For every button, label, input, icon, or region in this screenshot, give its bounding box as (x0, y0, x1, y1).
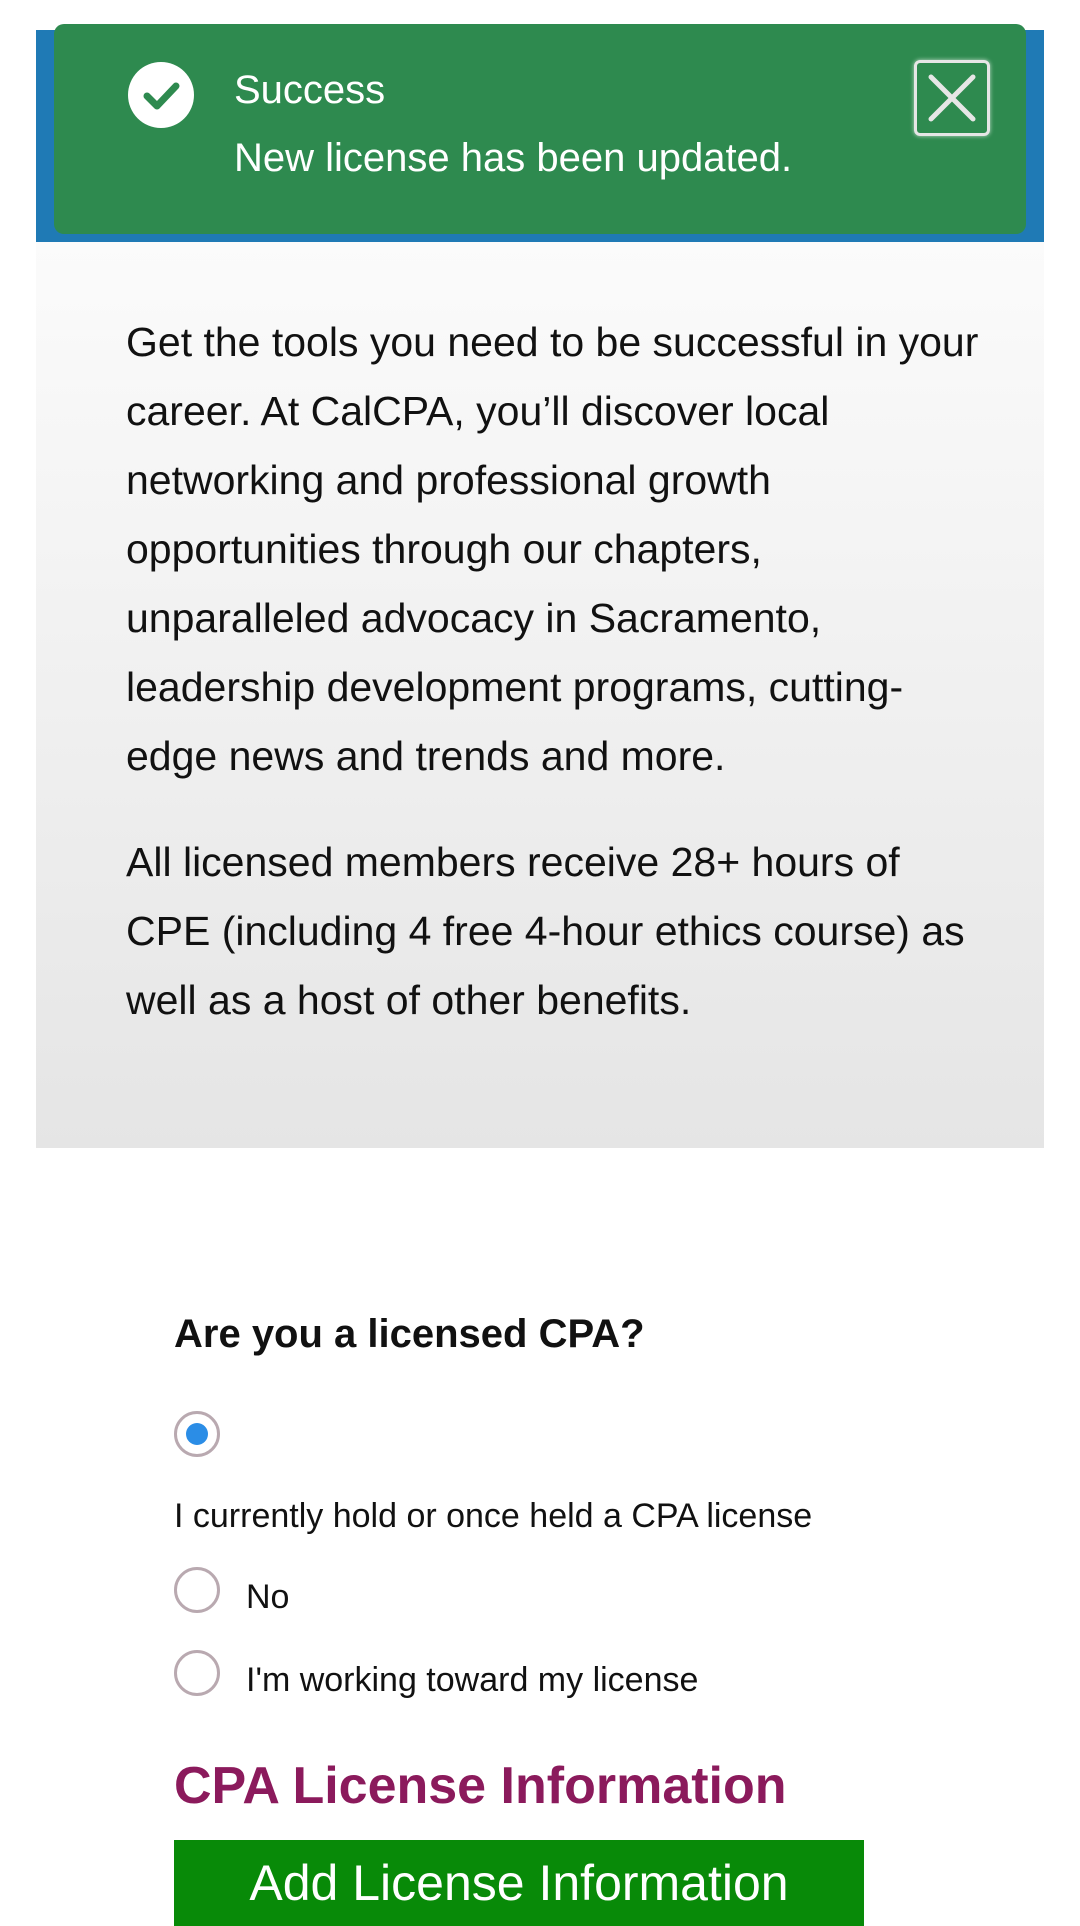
close-icon (928, 74, 976, 122)
intro-paragraph-2: All licensed members receive 28+ hours o… (126, 839, 965, 1023)
add-license-information-button[interactable]: Add License Information (174, 1840, 864, 1926)
intro-panel: Get the tools you need to be successful … (36, 242, 1044, 1148)
licensed-cpa-question: Are you a licensed CPA? (174, 1312, 645, 1356)
toast-message: New license has been updated. (234, 136, 793, 180)
success-toast: Success New license has been updated. (54, 24, 1026, 234)
option-label-no: No (246, 1578, 290, 1616)
toast-close-button[interactable] (914, 60, 990, 136)
cpa-license-information-title: CPA License Information (174, 1757, 787, 1815)
check-circle-icon (128, 62, 194, 128)
radio-hold-license[interactable] (174, 1411, 220, 1457)
radio-no[interactable] (174, 1567, 220, 1613)
option-label-hold-license: I currently hold or once held a CPA lice… (174, 1497, 813, 1535)
option-label-working-toward-license: I'm working toward my license (246, 1661, 699, 1699)
radio-working-toward-license[interactable] (174, 1650, 220, 1696)
intro-paragraph-1: Get the tools you need to be successful … (126, 319, 979, 779)
toast-title: Success (234, 68, 386, 112)
